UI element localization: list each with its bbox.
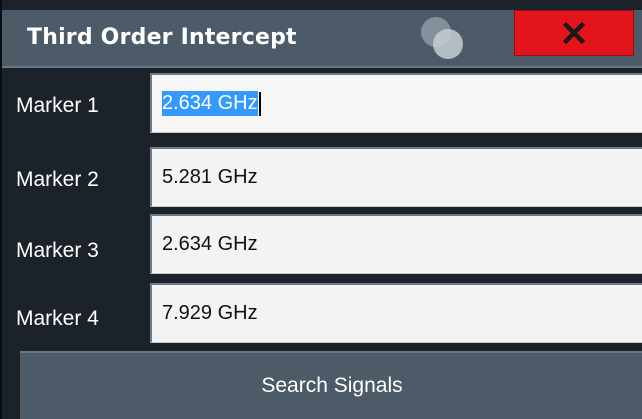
text-caret	[258, 91, 261, 116]
marker-2-label: Marker 2	[16, 168, 99, 191]
marker-1-value: 2.634 GHz	[162, 91, 258, 116]
search-signals-label: Search Signals	[261, 374, 403, 397]
marker-2-input[interactable]: 5.281 GHz	[150, 147, 642, 207]
dialog-titlebar[interactable]: Third Order Intercept	[2, 10, 642, 68]
marker-3-label: Marker 3	[16, 239, 99, 262]
close-x-icon	[563, 22, 585, 44]
marker-3-value: 2.634 GHz	[162, 233, 258, 255]
marker-1-input[interactable]: 2.634 GHz	[150, 73, 642, 133]
marker-3-input[interactable]: 2.634 GHz	[150, 214, 642, 274]
overlapping-circles-icon	[421, 17, 463, 59]
marker-4-input[interactable]: 7.929 GHz	[150, 283, 642, 343]
marker-1-label: Marker 1	[16, 94, 99, 117]
marker-4-value: 7.929 GHz	[162, 302, 258, 324]
marker-2-value: 5.281 GHz	[162, 166, 258, 188]
third-order-intercept-dialog: Third Order Intercept Marker 1 2.634 GHz…	[0, 0, 642, 419]
marker-4-label: Marker 4	[16, 307, 99, 330]
search-signals-button[interactable]: Search Signals	[20, 351, 642, 419]
close-button[interactable]	[514, 10, 634, 56]
dialog-title: Third Order Intercept	[27, 25, 297, 50]
